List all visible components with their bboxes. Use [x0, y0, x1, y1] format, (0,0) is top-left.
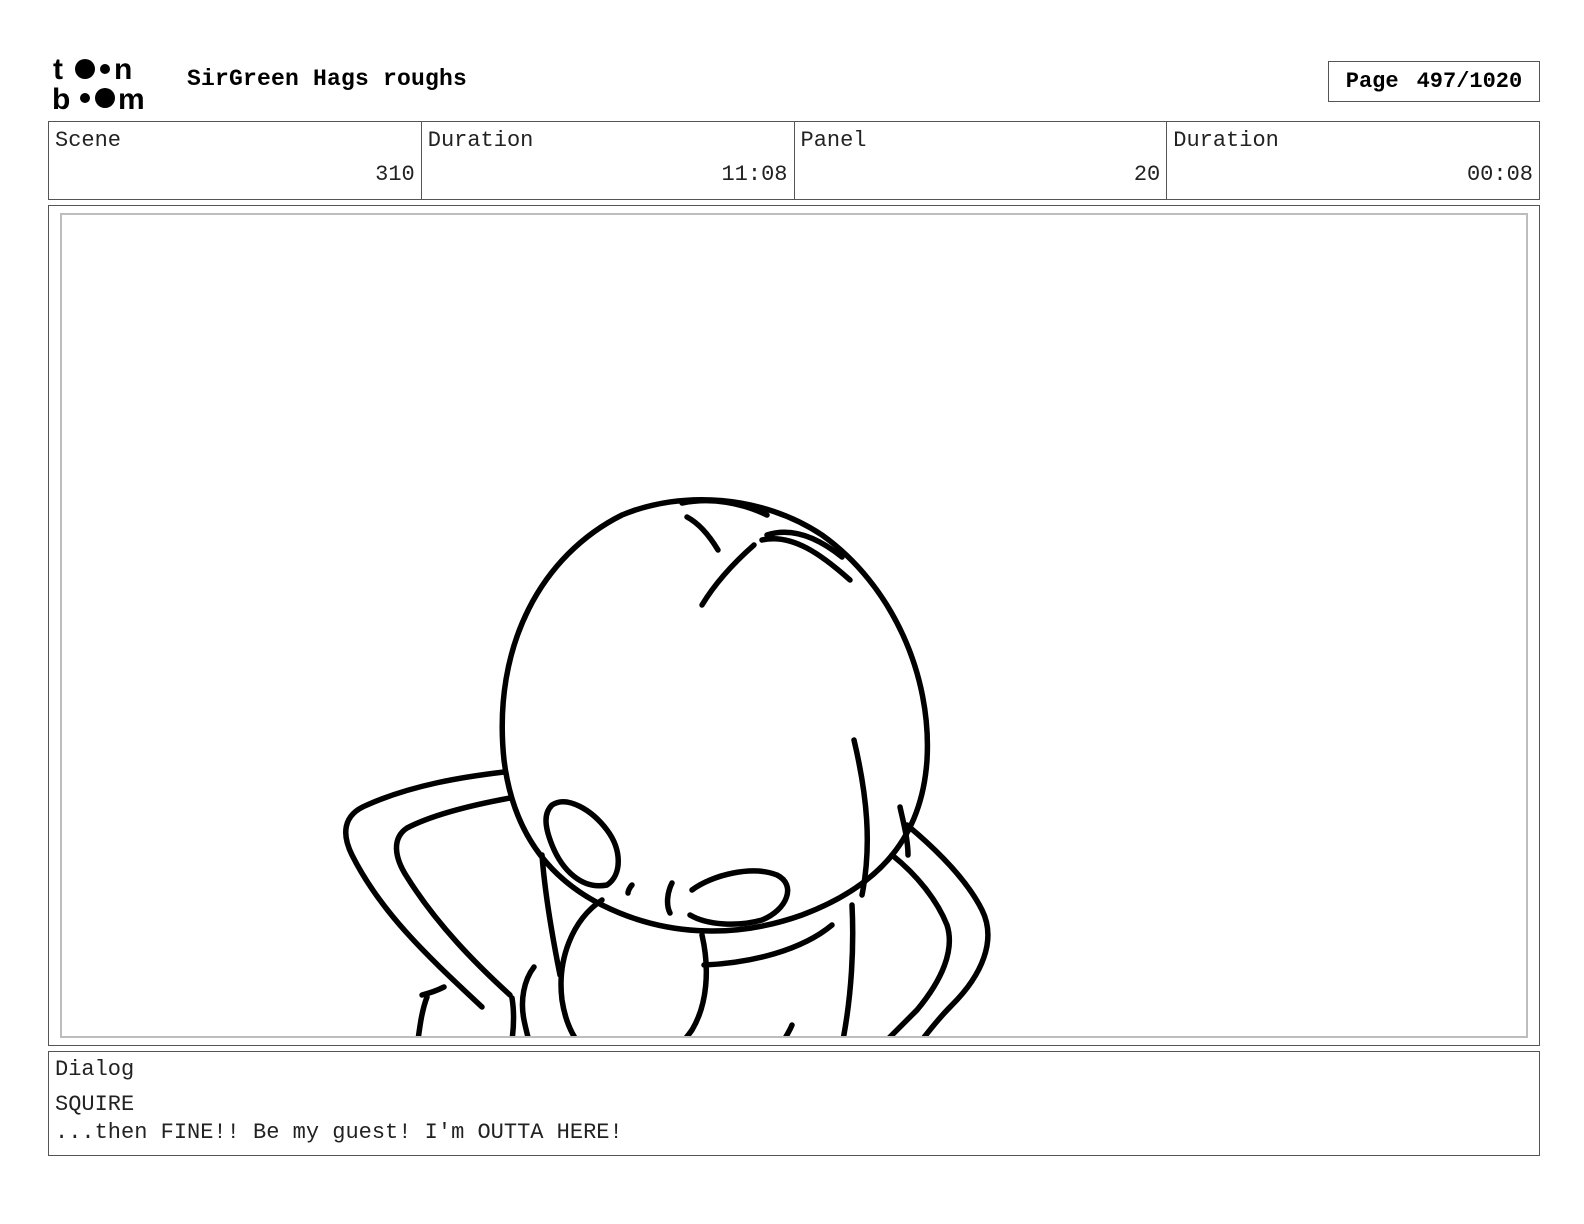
- page-indicator: Page 497/1020: [1328, 61, 1540, 102]
- page-label: Page: [1345, 69, 1399, 94]
- panel-duration-label: Duration: [1173, 128, 1279, 153]
- panel-duration-value: 00:08: [1466, 162, 1533, 187]
- scene-duration-label: Duration: [427, 128, 534, 153]
- svg-text:b: b: [52, 83, 70, 112]
- page-number: 497/1020: [1416, 69, 1523, 94]
- scene-duration-value: 11:08: [721, 162, 788, 187]
- character-sketch: [343, 496, 991, 1036]
- scene-info-table: Scene 310 Duration 11:08 Panel 20 Durati…: [48, 121, 1540, 200]
- panel-cell: Panel 20: [795, 122, 1168, 199]
- dialog-speaker: SQUIRE: [55, 1092, 135, 1117]
- panel-duration-cell: Duration 00:08: [1167, 122, 1539, 199]
- scene-value: 310: [375, 162, 415, 187]
- dialog-box: Dialog SQUIRE ...then FINE!! Be my guest…: [48, 1051, 1540, 1156]
- storyboard-panel-frame: [48, 205, 1540, 1046]
- svg-text:t: t: [53, 53, 63, 86]
- dialog-label: Dialog: [55, 1057, 135, 1082]
- svg-text:n: n: [114, 53, 132, 86]
- document-title: SirGreen Hags roughs: [187, 66, 468, 92]
- scene-cell: Scene 310: [49, 122, 422, 199]
- scene-label: Scene: [55, 128, 122, 153]
- scene-duration-cell: Duration 11:08: [422, 122, 795, 199]
- storyboard-panel-image: [60, 213, 1528, 1038]
- svg-text:m: m: [118, 83, 145, 112]
- panel-value: 20: [1133, 162, 1161, 187]
- panel-label: Panel: [800, 128, 867, 153]
- toon-boom-logo: t n b m: [52, 52, 164, 116]
- dialog-line: ...then FINE!! Be my guest! I'm OUTTA HE…: [55, 1120, 623, 1145]
